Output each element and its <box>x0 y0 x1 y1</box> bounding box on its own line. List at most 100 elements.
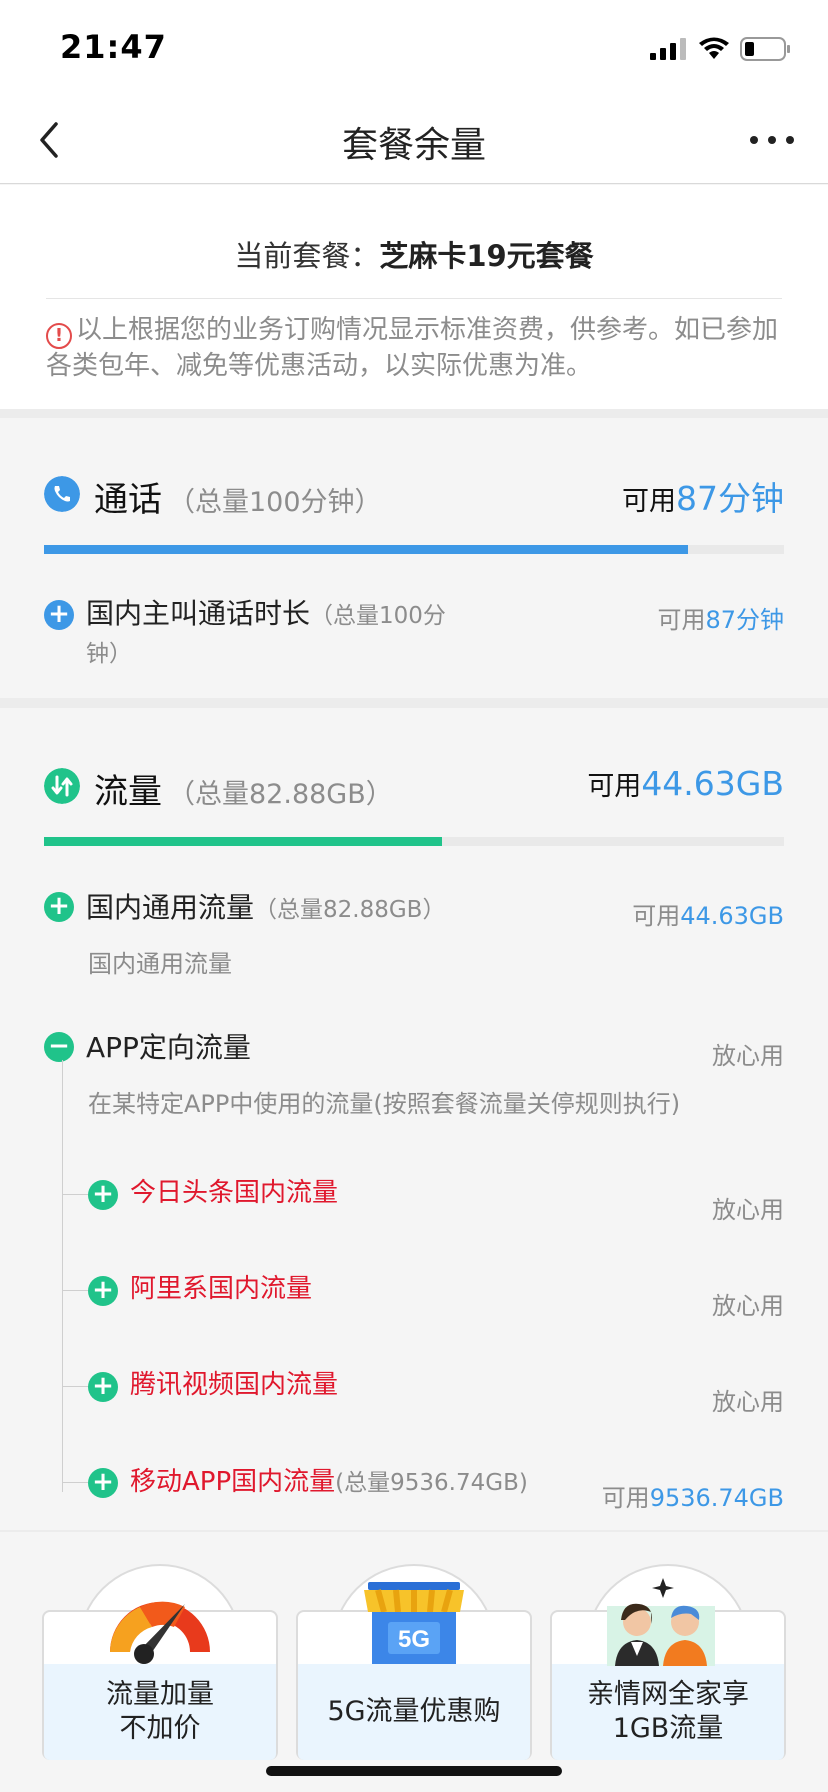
notice-text: ! 以上根据您的业务订购情况显示标准资费，供参考。如已参加各类包年、减免等优惠活动… <box>46 313 782 383</box>
expand-plus-icon[interactable]: + <box>88 1468 118 1498</box>
data-avail-label: 可用 <box>587 771 642 802</box>
family-icon <box>607 1578 715 1666</box>
data-total: （总量82.88GB） <box>168 779 393 810</box>
warning-icon: ! <box>46 323 72 349</box>
item-total: （总量82.88GB） <box>254 897 446 923</box>
data-progress-track <box>44 837 784 846</box>
item-total-cont: 钟） <box>86 641 132 667</box>
item-name-text: 移动APP国内流量 <box>130 1467 336 1497</box>
data-item-app[interactable]: − APP定向流量 放心用 在某特定APP中使用的流量(按照套餐流量关停规则执行… <box>44 1030 784 1120</box>
data-item-general[interactable]: + 国内通用流量（总量82.88GB） 可用44.63GB 国内通用流量 <box>44 890 784 980</box>
item-avail-value: 9536.74GB <box>649 1484 784 1512</box>
item-available: 可用44.63GB <box>632 896 784 931</box>
expand-plus-icon[interactable]: + <box>44 600 74 630</box>
promo-label[interactable]: 5G流量优惠购 <box>298 1664 530 1760</box>
section-separator <box>0 409 828 418</box>
wifi-icon <box>699 37 729 59</box>
page-title: 套餐余量 <box>341 125 486 166</box>
item-available: 可用9536.74GB <box>602 1478 784 1513</box>
expand-plus-icon[interactable]: + <box>44 892 74 922</box>
promo-line1: 流量加量 <box>106 1679 214 1710</box>
call-title: 通话 （总量100分钟） <box>94 472 382 521</box>
promo-area: 流量加量 不加价 5G流量优惠购 5G 亲情网全家享 1GB流量 <box>0 1532 828 1792</box>
plan-label: 当前套餐： <box>234 239 380 273</box>
item-name: APP定向流量 <box>86 1031 251 1064</box>
data-title: 流量 （总量82.88GB） <box>94 764 393 813</box>
app-child-item[interactable]: + 今日头条国内流量 放心用 <box>88 1174 784 1224</box>
item-status: 放心用 <box>712 1292 784 1320</box>
home-indicator <box>266 1766 562 1776</box>
call-avail-value: 87分钟 <box>676 479 784 518</box>
item-name: 今日头条国内流量 <box>130 1178 339 1208</box>
app-child-item[interactable]: + 腾讯视频国内流量 放心用 <box>88 1366 784 1416</box>
plan-name: 芝麻卡19元套餐 <box>379 239 594 273</box>
nav-bar: 套餐余量 <box>0 96 828 184</box>
item-name: 腾讯视频国内流量 <box>130 1370 339 1400</box>
call-progress-fill <box>44 545 688 554</box>
expand-plus-icon[interactable]: + <box>88 1372 118 1402</box>
item-avail-value: 44.63GB <box>680 902 784 930</box>
expand-plus-icon[interactable]: + <box>88 1180 118 1210</box>
item-total: （总量100分 <box>310 603 446 629</box>
call-item-domestic[interactable]: + 国内主叫通话时长（总量100分 钟） 可用87分钟 <box>44 596 784 676</box>
promo-line1: 亲情网全家享 <box>587 1679 749 1710</box>
expand-plus-icon[interactable]: + <box>88 1276 118 1306</box>
item-available: 可用87分钟 <box>657 600 784 635</box>
data-available: 可用44.63GB <box>587 764 784 803</box>
tree-branch <box>62 1386 88 1387</box>
item-total: (总量9536.74GB) <box>335 1470 528 1496</box>
call-total: （总量100分钟） <box>168 487 382 518</box>
speedometer-icon <box>110 1601 210 1664</box>
data-avail-value: 44.63GB <box>641 764 784 803</box>
phone-icon <box>44 476 80 512</box>
tree-branch <box>62 1194 88 1195</box>
data-section: 流量 （总量82.88GB） 可用44.63GB + 国内通用流量（总量82.88… <box>0 708 828 1528</box>
signal-icon <box>650 38 686 60</box>
promo-label[interactable]: 亲情网全家享 1GB流量 <box>552 1664 784 1760</box>
call-avail-label: 可用 <box>622 486 676 517</box>
tree-line <box>62 1060 63 1492</box>
call-header[interactable]: 通话 （总量100分钟） 可用87分钟 <box>44 472 784 522</box>
5g-badge-text: 5G <box>398 1626 430 1653</box>
app-child-item[interactable]: + 阿里系国内流量 放心用 <box>88 1270 784 1320</box>
item-description: 在某特定APP中使用的流量(按照套餐流量关停规则执行) <box>88 1090 681 1118</box>
collapse-minus-icon[interactable]: − <box>44 1032 74 1062</box>
call-progress-track <box>44 545 784 554</box>
item-name: 国内通用流量（总量82.88GB） <box>86 890 445 928</box>
item-description: 国内通用流量 <box>88 950 232 978</box>
5g-shop-icon: 5G <box>364 1582 464 1664</box>
section-separator <box>0 698 828 708</box>
promo-line2: 1GB流量 <box>612 1713 724 1744</box>
status-bar: 21:47 <box>0 0 828 96</box>
item-name-text: 国内主叫通话时长 <box>86 597 311 630</box>
data-header[interactable]: 流量 （总量82.88GB） 可用44.63GB <box>44 764 784 814</box>
promo-label[interactable]: 流量加量 不加价 <box>44 1664 276 1760</box>
item-name: 移动APP国内流量(总量9536.74GB) <box>130 1462 528 1502</box>
item-name: 国内主叫通话时长（总量100分 <box>86 596 446 634</box>
item-status: 放心用 <box>712 1388 784 1416</box>
notice-content: 以上根据您的业务订购情况显示标准资费，供参考。如已参加各类包年、减免等优惠活动，… <box>46 315 779 381</box>
more-icon[interactable] <box>746 122 798 158</box>
current-plan: 当前套餐：芝麻卡19元套餐 <box>0 233 828 275</box>
item-avail-value: 87分钟 <box>705 606 784 634</box>
tree-branch <box>62 1290 88 1291</box>
item-name-text: 国内通用流量 <box>86 891 255 924</box>
data-arrows-icon <box>44 768 80 804</box>
call-title-text: 通话 <box>94 480 162 520</box>
item-avail-label: 可用 <box>657 606 706 634</box>
status-time: 21:47 <box>60 28 167 66</box>
item-status: 放心用 <box>712 1196 784 1224</box>
tree-branch <box>62 1482 88 1483</box>
current-plan-card: 当前套餐：芝麻卡19元套餐 ! 以上根据您的业务订购情况显示标准资费，供参考。如已… <box>0 185 828 409</box>
item-avail-label: 可用 <box>601 1484 650 1512</box>
promo-line2: 不加价 <box>119 1713 201 1744</box>
item-avail-label: 可用 <box>632 902 681 930</box>
item-status: 放心用 <box>712 1042 784 1070</box>
data-title-text: 流量 <box>94 772 162 812</box>
status-icons <box>650 34 792 64</box>
data-progress-fill <box>44 837 443 846</box>
call-section: 通话 （总量100分钟） 可用87分钟 + 国内主叫通话时长（总量100分 钟） … <box>0 418 828 698</box>
app-child-item[interactable]: + 移动APP国内流量(总量9536.74GB) 可用9536.74GB <box>88 1462 784 1512</box>
item-name: 阿里系国内流量 <box>130 1274 313 1304</box>
divider <box>46 298 782 299</box>
